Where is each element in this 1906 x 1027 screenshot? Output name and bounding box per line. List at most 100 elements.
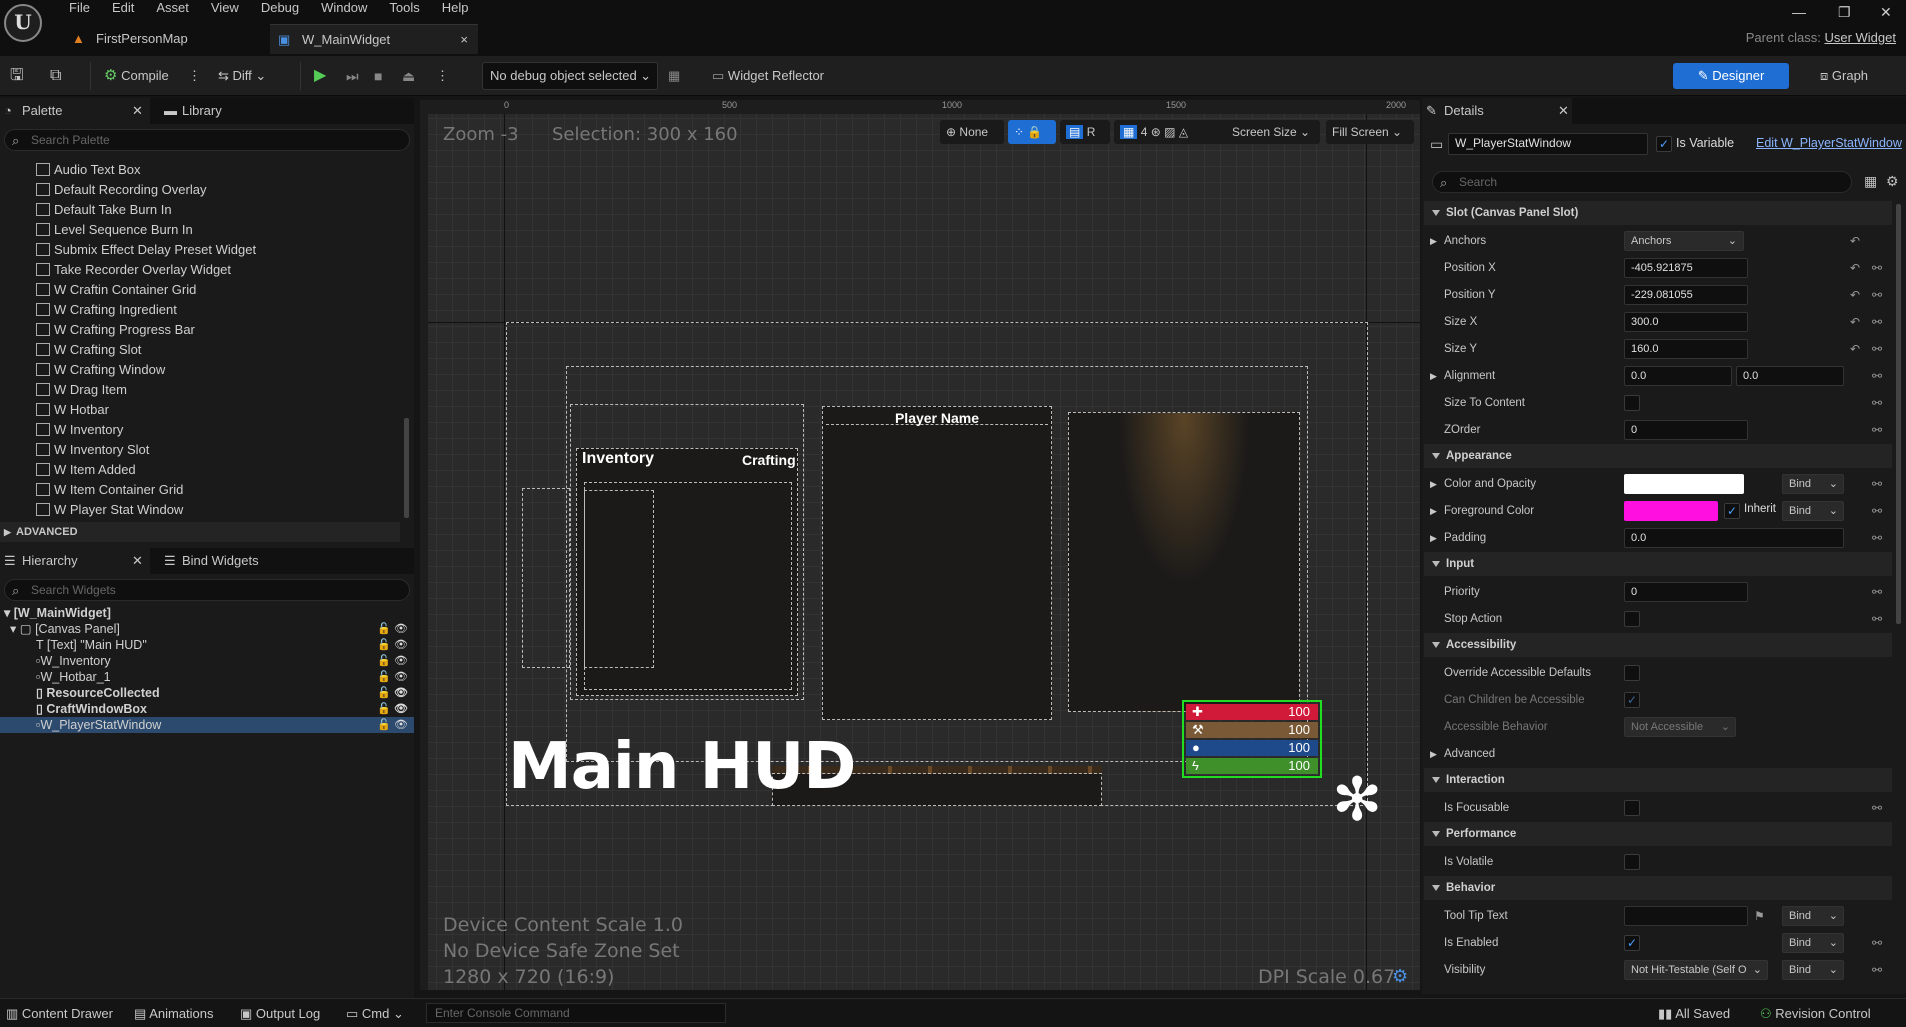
palette-item[interactable]: W Inventory Slot	[36, 440, 149, 460]
zorder-field[interactable]: 0	[1624, 420, 1748, 440]
revision-control-button[interactable]: ⚇ Revision Control	[1760, 1005, 1871, 1023]
binding-icon[interactable]: ⚯	[1872, 288, 1882, 302]
respect-locks-toggle[interactable]: ▤ R	[1060, 120, 1110, 144]
details-search-input[interactable]: ⌕ Search	[1432, 171, 1852, 193]
binding-icon[interactable]: ⚯	[1872, 801, 1882, 815]
save-icon[interactable]: 🖫	[10, 64, 24, 88]
lock-eye-icon[interactable]: 🔓 👁	[377, 637, 408, 653]
compile-button[interactable]: ⚙ Compile	[104, 64, 169, 88]
section-interaction[interactable]: Interaction	[1424, 768, 1892, 792]
lock-eye-icon[interactable]: 🔓 👁	[377, 653, 408, 669]
close-icon[interactable]: ✕	[132, 98, 143, 124]
binding-icon[interactable]: ⚯	[1872, 315, 1882, 329]
tab-hierarchy[interactable]: ☰ Hierarchy ✕	[0, 548, 150, 574]
menu-view[interactable]: View	[200, 0, 250, 16]
binding-icon[interactable]: ⚯	[1872, 396, 1882, 410]
tree-item-player-stat-window[interactable]: ▫W_PlayerStatWindow 🔓 👁	[0, 717, 414, 733]
palette-item[interactable]: Take Recorder Overlay Widget	[36, 260, 231, 280]
tree-item-canvas-panel[interactable]: ▾ ▢ [Canvas Panel] 🔓 👁	[10, 621, 414, 637]
size-to-content-checkbox[interactable]	[1624, 395, 1640, 411]
foreground-bind-dropdown[interactable]: Bind ⌄	[1782, 501, 1844, 521]
parent-class-link[interactable]: User Widget	[1824, 30, 1896, 45]
unreal-logo-icon[interactable]: U	[4, 4, 42, 42]
reset-icon[interactable]: ↶	[1850, 342, 1860, 356]
visibility-bind-dropdown[interactable]: Bind ⌄	[1782, 960, 1844, 980]
tab-palette[interactable]: ◔ Palette ✕	[0, 98, 150, 124]
menu-file[interactable]: File	[58, 0, 101, 16]
palette-search-input[interactable]: ⌕ Search Palette	[4, 129, 410, 151]
play-icon[interactable]: ▶	[314, 64, 326, 88]
menu-debug[interactable]: Debug	[250, 0, 310, 16]
locale-preview-button[interactable]: ⊕ None	[940, 120, 1004, 144]
debug-object-select[interactable]: No debug object selected ⌄	[482, 62, 658, 90]
padding-field[interactable]: 0.0	[1624, 528, 1844, 548]
debug-filter-icon[interactable]: ▦	[668, 64, 680, 88]
palette-scrollbar[interactable]	[404, 418, 409, 518]
output-log-button[interactable]: ▣ Output Log	[240, 1005, 320, 1023]
menu-help[interactable]: Help	[431, 0, 480, 16]
palette-item[interactable]: W Item Container Grid	[36, 480, 183, 500]
palette-item[interactable]: W Craftin Container Grid	[36, 280, 196, 300]
palette-item[interactable]: W Crafting Progress Bar	[36, 320, 195, 340]
minimize-icon[interactable]: —	[1792, 4, 1806, 20]
palette-item[interactable]: W Crafting Window	[36, 360, 165, 380]
stop-action-checkbox[interactable]	[1624, 611, 1640, 627]
dpi-settings-gear-icon[interactable]: ⚙	[1392, 966, 1408, 987]
reset-icon[interactable]: ↶	[1850, 234, 1860, 248]
binding-icon[interactable]: ⚯	[1872, 531, 1882, 545]
palette-item[interactable]: Submix Effect Delay Preset Widget	[36, 240, 256, 260]
palette-advanced-header[interactable]: ▶ ADVANCED	[0, 522, 400, 542]
details-scrollbar[interactable]	[1896, 204, 1901, 624]
side-container[interactable]	[522, 488, 570, 668]
tab-bind-widgets[interactable]: ☰ Bind Widgets	[160, 548, 320, 574]
tree-item-hotbar[interactable]: ▫W_Hotbar_1 🔓 👁	[36, 669, 414, 685]
tree-item-resource-collected[interactable]: ▯ ResourceCollected 🔓 👁	[36, 685, 414, 701]
palette-item[interactable]: W Item Added	[36, 460, 136, 480]
palette-item[interactable]: Default Recording Overlay	[36, 180, 206, 200]
binding-icon[interactable]: ⚯	[1872, 504, 1882, 518]
close-tab-icon[interactable]: ×	[460, 25, 468, 55]
inventory-slot-column[interactable]	[584, 490, 654, 668]
tree-item-craft-window-box[interactable]: ▯ CraftWindowBox 🔓 👁	[36, 701, 414, 717]
edit-widget-link[interactable]: Edit W_PlayerStatWindow	[1756, 136, 1902, 150]
step-icon[interactable]: ⏭	[346, 64, 359, 88]
tree-item-main-hud-text[interactable]: T [Text] "Main HUD" 🔓 👁	[36, 637, 414, 653]
binding-icon[interactable]: ⚯	[1872, 369, 1882, 383]
palette-item[interactable]: W Inventory	[36, 420, 123, 440]
compile-options-icon[interactable]: ⋮	[188, 64, 201, 88]
lock-eye-icon[interactable]: 🔓 👁	[377, 701, 408, 717]
position-y-field[interactable]: -229.081055	[1624, 285, 1748, 305]
tooltip-field[interactable]	[1624, 906, 1748, 926]
stop-icon[interactable]: ■	[374, 64, 382, 88]
position-x-field[interactable]: -405.921875	[1624, 258, 1748, 278]
settings-gear-icon[interactable]: ⚙	[1886, 173, 1899, 190]
reset-icon[interactable]: ↶	[1850, 261, 1860, 275]
color-opacity-swatch[interactable]	[1624, 474, 1744, 494]
is-volatile-checkbox[interactable]	[1624, 854, 1640, 870]
lock-toggle[interactable]: ⁘ 🔒	[1008, 120, 1056, 144]
anchors-dropdown[interactable]: Anchors ⌄	[1624, 231, 1744, 251]
lock-eye-icon[interactable]: 🔓 👁	[377, 669, 408, 685]
is-focusable-checkbox[interactable]	[1624, 800, 1640, 816]
binding-icon[interactable]: ⚯	[1872, 936, 1882, 950]
tab-library[interactable]: ▬ Library	[160, 98, 310, 124]
visibility-dropdown[interactable]: Not Hit-Testable (Self O ⌄	[1624, 960, 1768, 980]
screen-size-dropdown[interactable]: Screen Size ⌄	[1226, 120, 1320, 144]
tree-item-inventory[interactable]: ▫W_Inventory 🔓 👁	[36, 653, 414, 669]
menu-tools[interactable]: Tools	[378, 0, 430, 16]
eject-icon[interactable]: ⏏	[402, 64, 415, 88]
color-bind-dropdown[interactable]: Bind ⌄	[1782, 474, 1844, 494]
tab-details[interactable]: ✎ Details ✕	[1422, 98, 1572, 124]
widget-reflector-button[interactable]: ▭ Widget Reflector	[712, 64, 824, 88]
hierarchy-search-input[interactable]: ⌕ Search Widgets	[4, 579, 410, 601]
close-icon[interactable]: ✕	[132, 548, 143, 574]
palette-item[interactable]: W Crafting Slot	[36, 340, 141, 360]
section-performance[interactable]: Performance	[1424, 822, 1892, 846]
size-y-field[interactable]: 160.0	[1624, 339, 1748, 359]
tab-first-person-map[interactable]: ▲ FirstPersonMap	[64, 24, 264, 54]
priority-field[interactable]: 0	[1624, 582, 1748, 602]
override-accessible-checkbox[interactable]	[1624, 665, 1640, 681]
alignment-y-field[interactable]: 0.0	[1736, 366, 1844, 386]
fill-screen-dropdown[interactable]: Fill Screen ⌄	[1326, 120, 1414, 144]
reset-icon[interactable]: ↶	[1850, 315, 1860, 329]
